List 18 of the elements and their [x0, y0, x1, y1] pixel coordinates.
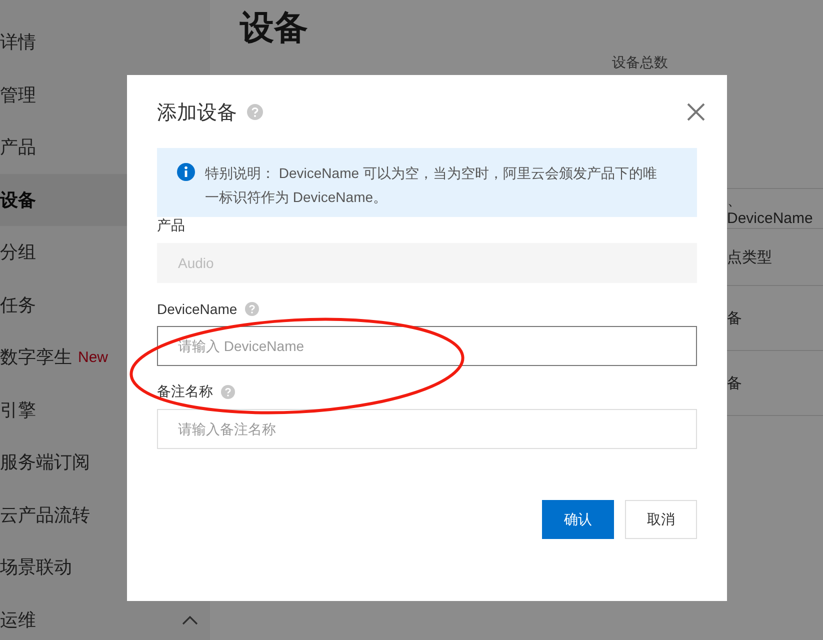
- sidebar-item[interactable]: 运维: [0, 594, 210, 640]
- sidebar-item[interactable]: 详情: [0, 16, 210, 68]
- table-cell: 点类型: [727, 248, 772, 266]
- field-label: 备注名称: [157, 383, 213, 401]
- table-cell: 备: [727, 308, 742, 328]
- cancel-button[interactable]: 取消: [625, 500, 697, 539]
- page-title: 设备: [240, 8, 309, 48]
- new-label: New: [78, 348, 108, 366]
- table-cell-text: 、DeviceName: [727, 190, 814, 226]
- stat-label: 设备总数: [612, 54, 669, 70]
- field-label: DeviceName: [157, 301, 238, 317]
- confirm-button[interactable]: 确认: [542, 500, 614, 539]
- help-icon: [247, 104, 263, 120]
- dialog-title: 添加设备: [157, 100, 237, 126]
- table-cell: 备: [727, 374, 742, 392]
- info-icon: [177, 163, 195, 181]
- input-field[interactable]: 请输入 DeviceName: [157, 326, 697, 366]
- close-button[interactable]: [685, 101, 707, 123]
